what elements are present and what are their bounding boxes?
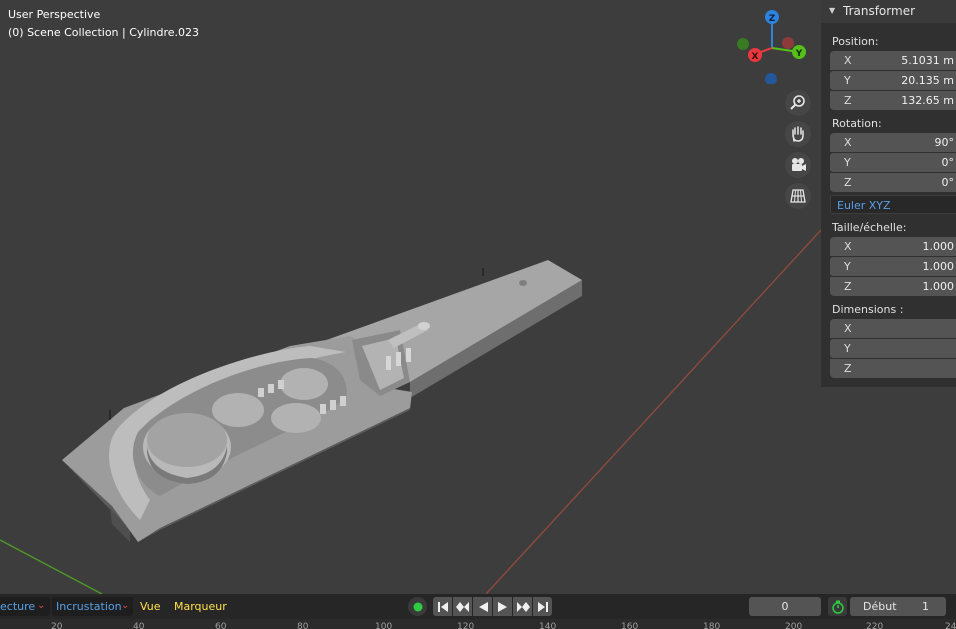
neg-y-axis-icon	[737, 38, 749, 50]
svg-text:Y: Y	[795, 49, 803, 59]
rotation-x-value: 90°	[934, 136, 955, 149]
svg-text:X: X	[752, 52, 759, 62]
next-keyframe-icon	[516, 601, 530, 612]
y-axis-line	[0, 539, 103, 594]
playback-dropdown[interactable]: ecture ⌄	[0, 597, 50, 616]
svg-text:Z: Z	[769, 14, 776, 24]
collapse-triangle-icon[interactable]: ▼	[829, 6, 835, 15]
transform-panel: ▼ Transformer Position: X 5.1031 m Y 20.13…	[821, 0, 956, 387]
position-y-field[interactable]: Y 20.135 m	[830, 71, 956, 90]
dimension-y-field[interactable]: Y	[830, 339, 956, 358]
rotation-mode-select[interactable]: Euler XYZ	[830, 195, 956, 214]
jump-start-button[interactable]	[433, 597, 452, 616]
play-icon	[497, 601, 507, 612]
position-x-value: 5.1031 m	[901, 54, 954, 67]
position-label: Position:	[832, 35, 879, 48]
frame-ruler[interactable]: 20 40 60 80 100 120 140 160 180 200 220 …	[0, 619, 956, 629]
hand-pan-icon[interactable]	[785, 121, 811, 147]
scale-z-field[interactable]: Z 1.000	[830, 277, 956, 296]
perspective-label: User Perspective	[8, 8, 101, 21]
position-z-field[interactable]: Z 132.65 m	[830, 91, 956, 110]
stopwatch-icon	[831, 600, 844, 614]
chevron-down-icon: ⌄	[121, 600, 130, 611]
marker-menu[interactable]: Marqueur	[174, 600, 227, 613]
dimensions-label: Dimensions :	[832, 303, 904, 316]
neg-x-axis-icon	[782, 37, 794, 49]
scale-x-field[interactable]: X 1.000	[830, 237, 956, 256]
rotation-y-value: 0°	[941, 156, 955, 169]
scale-x-value: 1.000	[922, 240, 955, 253]
start-frame-field[interactable]: Début 1	[850, 597, 946, 616]
grid-view-icon[interactable]	[785, 183, 811, 209]
play-reverse-button[interactable]	[473, 597, 492, 616]
jump-end-button[interactable]	[533, 597, 552, 616]
record-dot-icon	[413, 602, 422, 611]
scale-y-field[interactable]: Y 1.000	[830, 257, 956, 276]
position-x-field[interactable]: X 5.1031 m	[830, 51, 956, 70]
transform-header[interactable]: ▼ Transformer	[821, 0, 956, 23]
rotation-z-value: 0°	[941, 176, 955, 189]
3d-viewport[interactable]: User Perspective (0) Scene Collection | …	[0, 0, 956, 594]
navigation-gizmo[interactable]: Z Y X	[735, 8, 811, 85]
keying-dropdown[interactable]: Incrustation ⌄	[52, 597, 133, 616]
start-label: Début	[863, 600, 897, 613]
scale-label: Taille/échelle:	[832, 221, 907, 234]
play-button[interactable]	[493, 597, 512, 616]
chevron-down-icon: ⌄	[37, 600, 46, 611]
jump-end-icon	[537, 601, 548, 612]
rotation-label: Rotation:	[832, 117, 882, 130]
position-z-value: 132.65 m	[901, 94, 954, 107]
neg-z-axis-icon	[765, 73, 777, 85]
position-y-value: 20.135 m	[901, 74, 954, 87]
camera-icon[interactable]	[785, 152, 811, 178]
auto-keying-button[interactable]	[408, 597, 427, 616]
scale-z-value: 1.000	[922, 280, 955, 293]
dimension-z-field[interactable]: Z	[830, 359, 956, 378]
current-frame-field[interactable]: 0	[749, 597, 821, 616]
panel-title: Transformer	[843, 4, 916, 18]
rotation-x-field[interactable]: X 90°	[830, 133, 956, 152]
prev-keyframe-icon	[455, 601, 469, 612]
zoom-icon[interactable]	[785, 90, 811, 116]
jump-start-icon	[437, 601, 448, 612]
mesh-object	[62, 260, 582, 542]
scale-y-value: 1.000	[922, 260, 955, 273]
timeline-editor: ecture ⌄ Incrustation ⌄ Vue Marqueur 0 D…	[0, 594, 956, 629]
dimension-x-field[interactable]: X	[830, 319, 956, 338]
next-keyframe-button[interactable]	[513, 597, 532, 616]
prev-keyframe-button[interactable]	[453, 597, 472, 616]
preview-range-button[interactable]	[828, 597, 847, 616]
timeline-header: ecture ⌄ Incrustation ⌄ Vue Marqueur 0 D…	[0, 594, 956, 619]
view-menu[interactable]: Vue	[140, 600, 161, 613]
rotation-y-field[interactable]: Y 0°	[830, 153, 956, 172]
play-reverse-icon	[478, 601, 488, 612]
rotation-z-field[interactable]: Z 0°	[830, 173, 956, 192]
start-value: 1	[922, 600, 929, 613]
scene-canvas[interactable]	[0, 0, 956, 594]
collection-label: (0) Scene Collection | Cylindre.023	[8, 26, 200, 39]
